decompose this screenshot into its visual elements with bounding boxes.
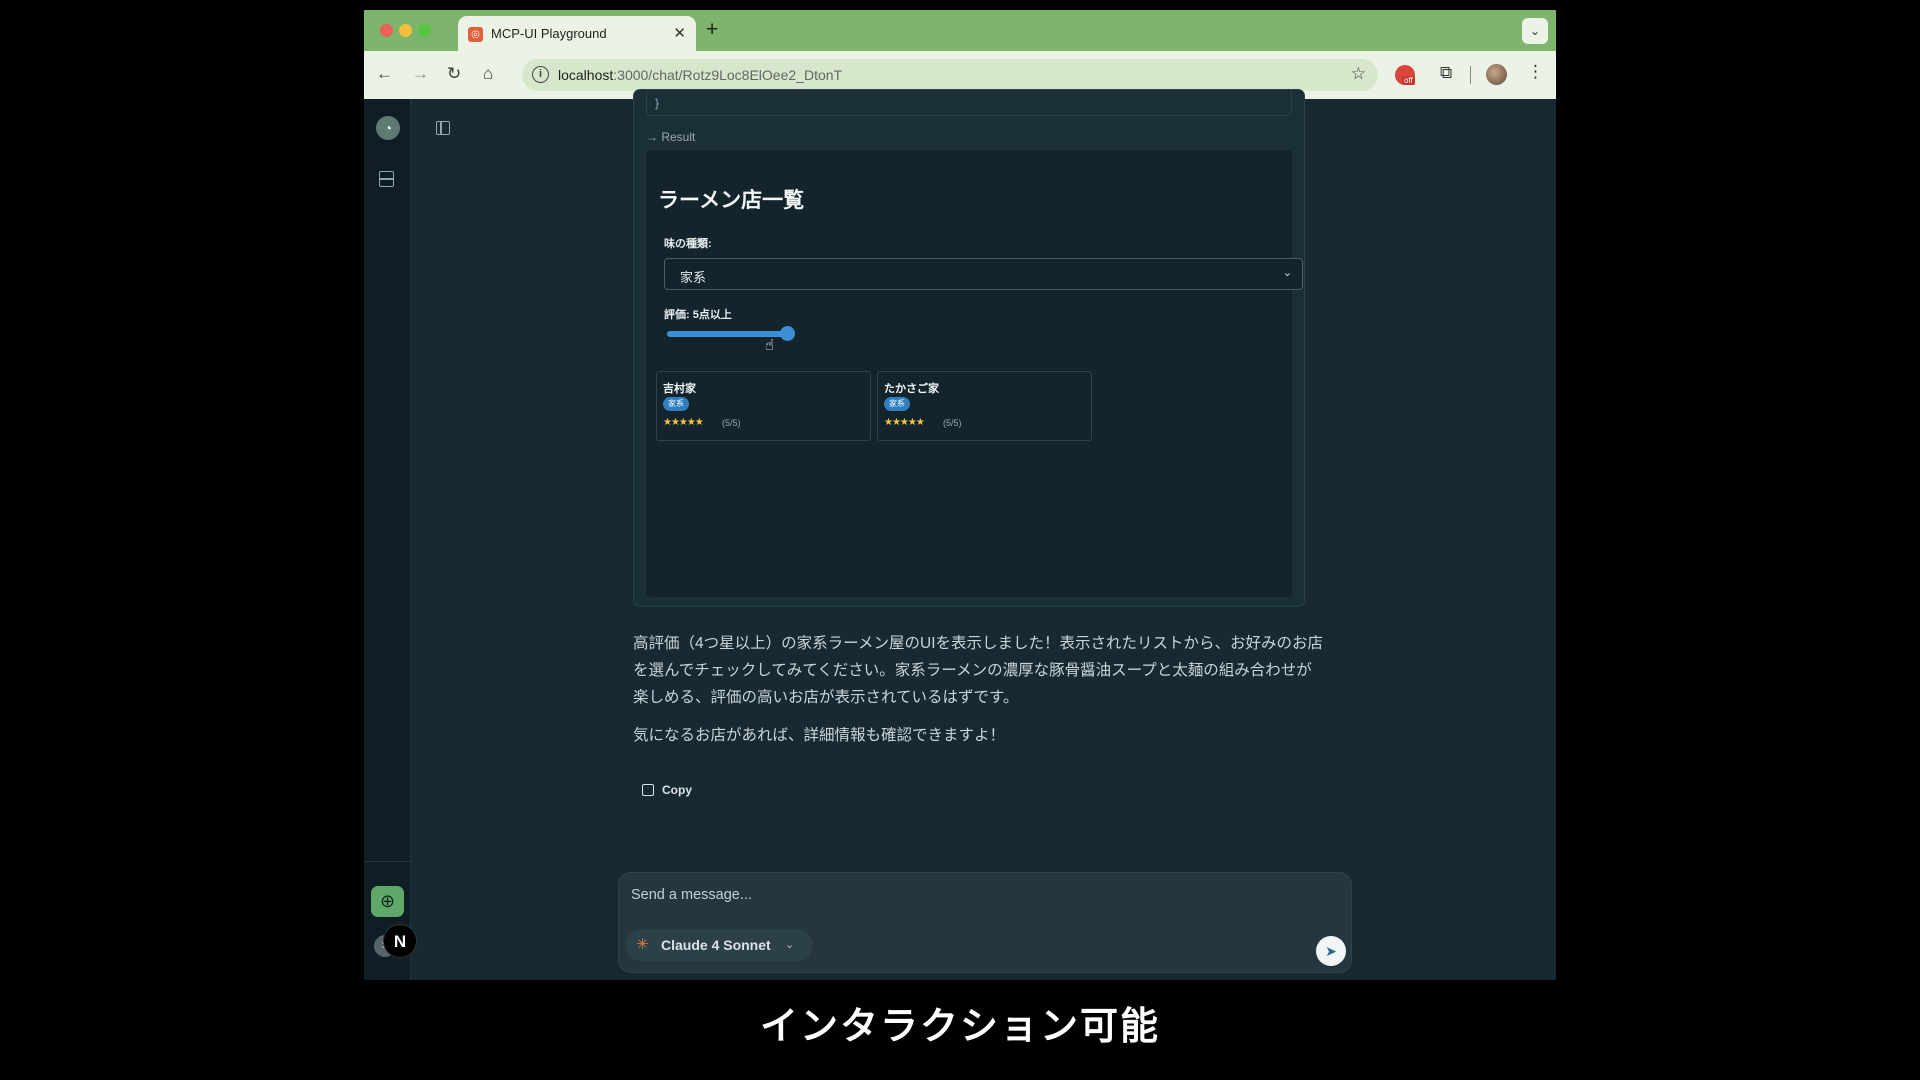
reload-icon[interactable]: ↻ [447,64,461,84]
shop-card[interactable]: たかさご家 家系 ★★★★★ (5/5) [877,371,1092,441]
model-name: Claude 4 Sonnet [661,937,771,953]
shop-tag: 家系 [884,397,910,411]
tool-result-card: } → Result ラーメン店一覧 味の種類: 家系 ⌄ 評価: 5点以上 ☝ [633,89,1305,607]
app-logo-icon[interactable]: ◔ [376,116,400,140]
new-chat-plus-icon[interactable]: ⊕ [371,886,404,917]
sidebar-toggle-icon[interactable] [436,121,450,135]
shop-stars: ★★★★★ [663,417,704,428]
tool-args-box: } [646,90,1292,116]
shop-card[interactable]: 吉村家 家系 ★★★★★ (5/5) [656,371,871,441]
message-input[interactable] [631,887,1331,903]
rating-label: 評価: 5点以上 [664,309,732,321]
chat-app: ◔ ⊕ S N } → Result ラーメン店一覧 味の種類: 家系 ⌄ 評価… [364,89,1556,980]
shop-score: (5/5) [722,418,741,428]
message-paragraph: 高評価（4つ星以上）の家系ラーメン屋のUIを表示しました！表示されたリストから、… [633,635,1324,706]
url-path: :3000/chat/Rotz9Loc8ElOee2_DtonT [613,67,843,83]
flavor-select-value: 家系 [680,270,707,285]
puzzle-icon[interactable]: ⧉ [1440,63,1452,83]
bookmark-star-icon[interactable]: ☆ [1351,64,1366,84]
assistant-message: 高評価（4つ星以上）の家系ラーメン屋のUIを表示しました！表示されたリストから、… [633,630,1323,760]
flavor-label: 味の種類: [664,238,712,250]
url-host: localhost [558,67,614,83]
message-paragraph: 気になるお店があれば、詳細情報も確認できますよ！ [633,727,1006,744]
site-info-icon[interactable]: i [532,66,549,83]
forward-icon[interactable]: → [412,64,429,84]
minimize-window-button[interactable] [399,24,412,37]
toolbar-divider [1470,66,1471,84]
chevron-down-icon: ⌄ [785,939,795,951]
tab-close-icon[interactable]: ✕ [673,24,686,42]
video-caption: インタラクション可能 [759,1006,1160,1048]
home-icon[interactable]: ⌂ [483,64,493,84]
servers-icon[interactable] [379,171,394,187]
mcp-ui-frame: ラーメン店一覧 味の種類: 家系 ⌄ 評価: 5点以上 ☝ 吉村家 家系 ★★★… [646,150,1303,597]
url-text[interactable]: localhost:3000/chat/Rotz9Loc8ElOee2_Dton… [558,67,842,83]
tab-favicon-icon: ◎ [468,27,483,42]
send-icon[interactable]: ➤ [1316,936,1346,966]
profile-avatar[interactable] [1486,64,1507,85]
maximize-window-button[interactable] [418,24,431,37]
shop-score: (5/5) [943,418,962,428]
chevron-down-icon: ⌄ [1282,267,1292,279]
slider-thumb[interactable] [780,326,795,341]
back-icon[interactable]: ← [376,64,393,84]
flavor-select[interactable]: 家系 ⌄ [664,258,1303,290]
message-composer: ✳ Claude 4 Sonnet ⌄ ➤ [618,872,1352,973]
ramen-list-title: ラーメン店一覧 [658,189,805,212]
shop-stars: ★★★★★ [884,417,925,428]
nextjs-dev-badge[interactable]: N [383,924,417,958]
new-tab-button[interactable]: + [706,18,718,42]
copy-icon [642,784,654,796]
model-selector[interactable]: ✳ Claude 4 Sonnet ⌄ [625,929,813,961]
tab-list-chevron-icon[interactable]: ⌄ [1522,18,1548,44]
copy-label: Copy [662,783,692,797]
tab-title: MCP-UI Playground [491,26,607,41]
result-label[interactable]: → Result [646,130,695,144]
menu-dots-icon[interactable]: ⋮ [1527,62,1544,82]
address-bar[interactable]: i localhost:3000/chat/Rotz9Loc8ElOee2_Dt… [522,59,1378,91]
tab-bar: ◎ MCP-UI Playground ✕ + ⌄ [364,10,1556,51]
rail-divider [364,861,411,862]
shop-name: 吉村家 [663,383,696,395]
copy-button[interactable]: Copy [642,780,692,802]
browser-window: ◎ MCP-UI Playground ✕ + ⌄ ← → ↻ ⌂ i loca… [364,10,1556,980]
shop-tag: 家系 [663,397,689,411]
browser-tab[interactable]: ◎ MCP-UI Playground ✕ [458,16,696,51]
shop-name: たかさご家 [884,383,939,395]
hand-cursor-icon: ☝ [765,337,775,354]
left-rail: ◔ ⊕ S N [364,99,417,980]
extension-off-badge: off [1402,76,1415,85]
close-window-button[interactable] [380,24,393,37]
anthropic-icon: ✳ [636,936,649,953]
